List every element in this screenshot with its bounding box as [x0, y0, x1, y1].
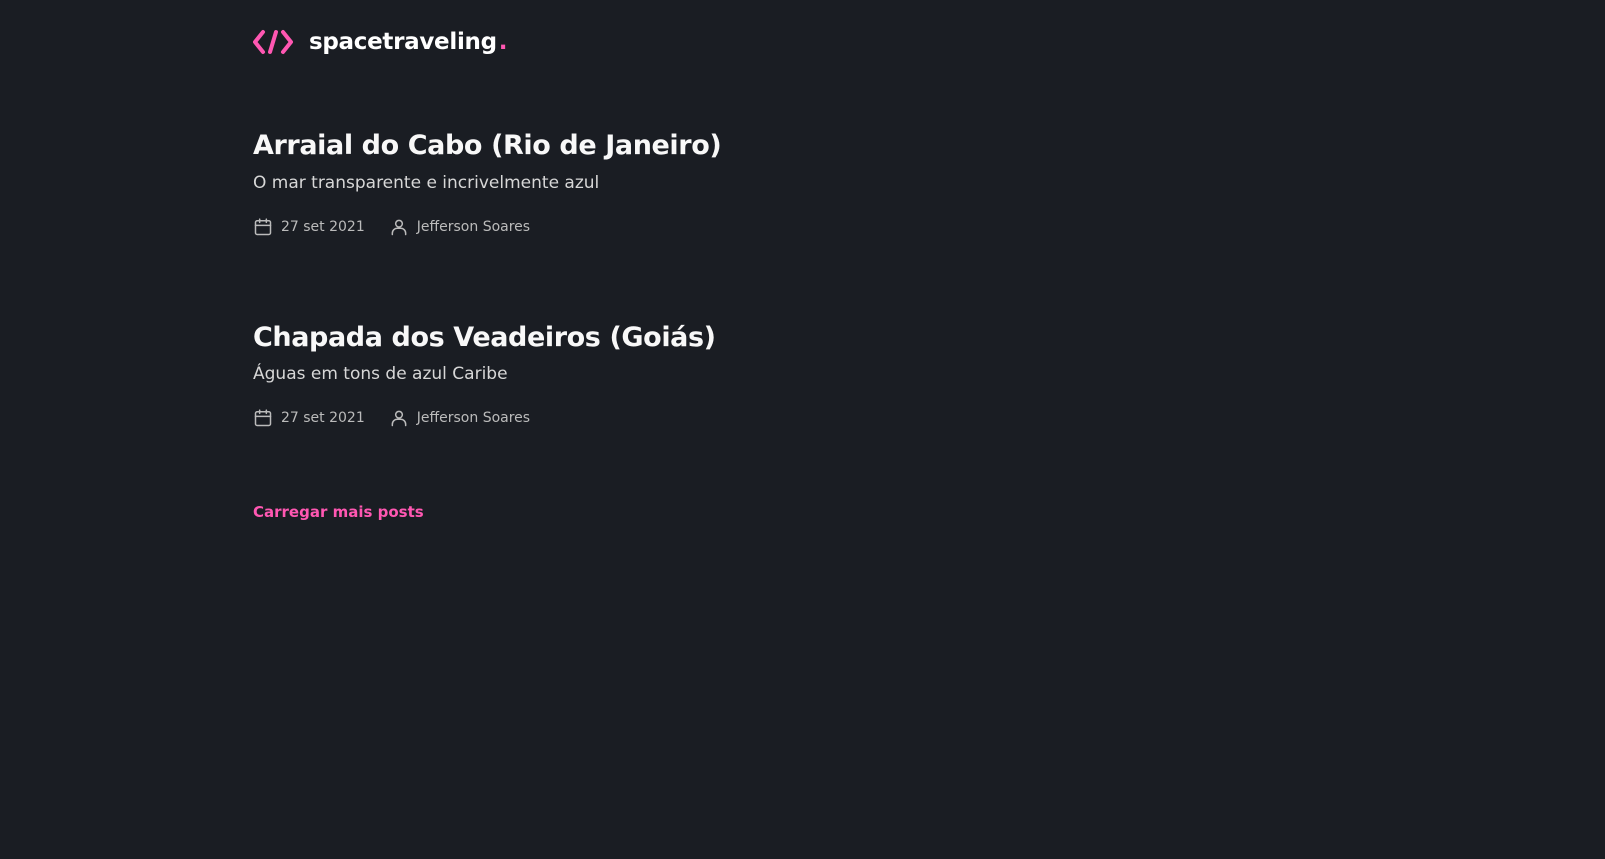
- user-icon: [391, 410, 407, 427]
- post-date-text: 27 set 2021: [281, 410, 365, 426]
- calendar-icon: [254, 218, 272, 236]
- site-header[interactable]: spacetraveling .: [253, 26, 508, 58]
- post-subtitle: Águas em tons de azul Caribe: [253, 364, 508, 384]
- load-more-button[interactable]: Carregar mais posts: [253, 503, 424, 521]
- post-author: Jefferson Soares: [389, 217, 530, 237]
- post-author-text: Jefferson Soares: [416, 410, 531, 426]
- post-info: 27 set 2021 Jefferson Soares: [253, 408, 953, 428]
- post-info: 27 set 2021 Jefferson Soares: [253, 217, 953, 237]
- logo-text: spacetraveling: [309, 29, 497, 55]
- post-subtitle: O mar transparente e incrivelmente azul: [253, 173, 600, 193]
- post-item[interactable]: Arraial do Cabo (Rio de Janeiro) O mar t…: [253, 130, 953, 237]
- calendar-icon: [254, 409, 272, 427]
- user-icon: [391, 219, 407, 236]
- post-author: Jefferson Soares: [389, 408, 530, 428]
- post-date-text: 27 set 2021: [281, 219, 365, 235]
- post-date: 27 set 2021: [253, 217, 365, 237]
- post-title[interactable]: Arraial do Cabo (Rio de Janeiro): [253, 130, 953, 161]
- post-item[interactable]: Chapada dos Veadeiros (Goiás) Águas em t…: [253, 322, 953, 428]
- post-author-text: Jefferson Soares: [416, 219, 531, 235]
- post-title[interactable]: Chapada dos Veadeiros (Goiás): [253, 322, 953, 353]
- logo-dot: .: [498, 29, 508, 55]
- post-date: 27 set 2021: [253, 408, 365, 428]
- code-brackets-icon: [253, 30, 293, 54]
